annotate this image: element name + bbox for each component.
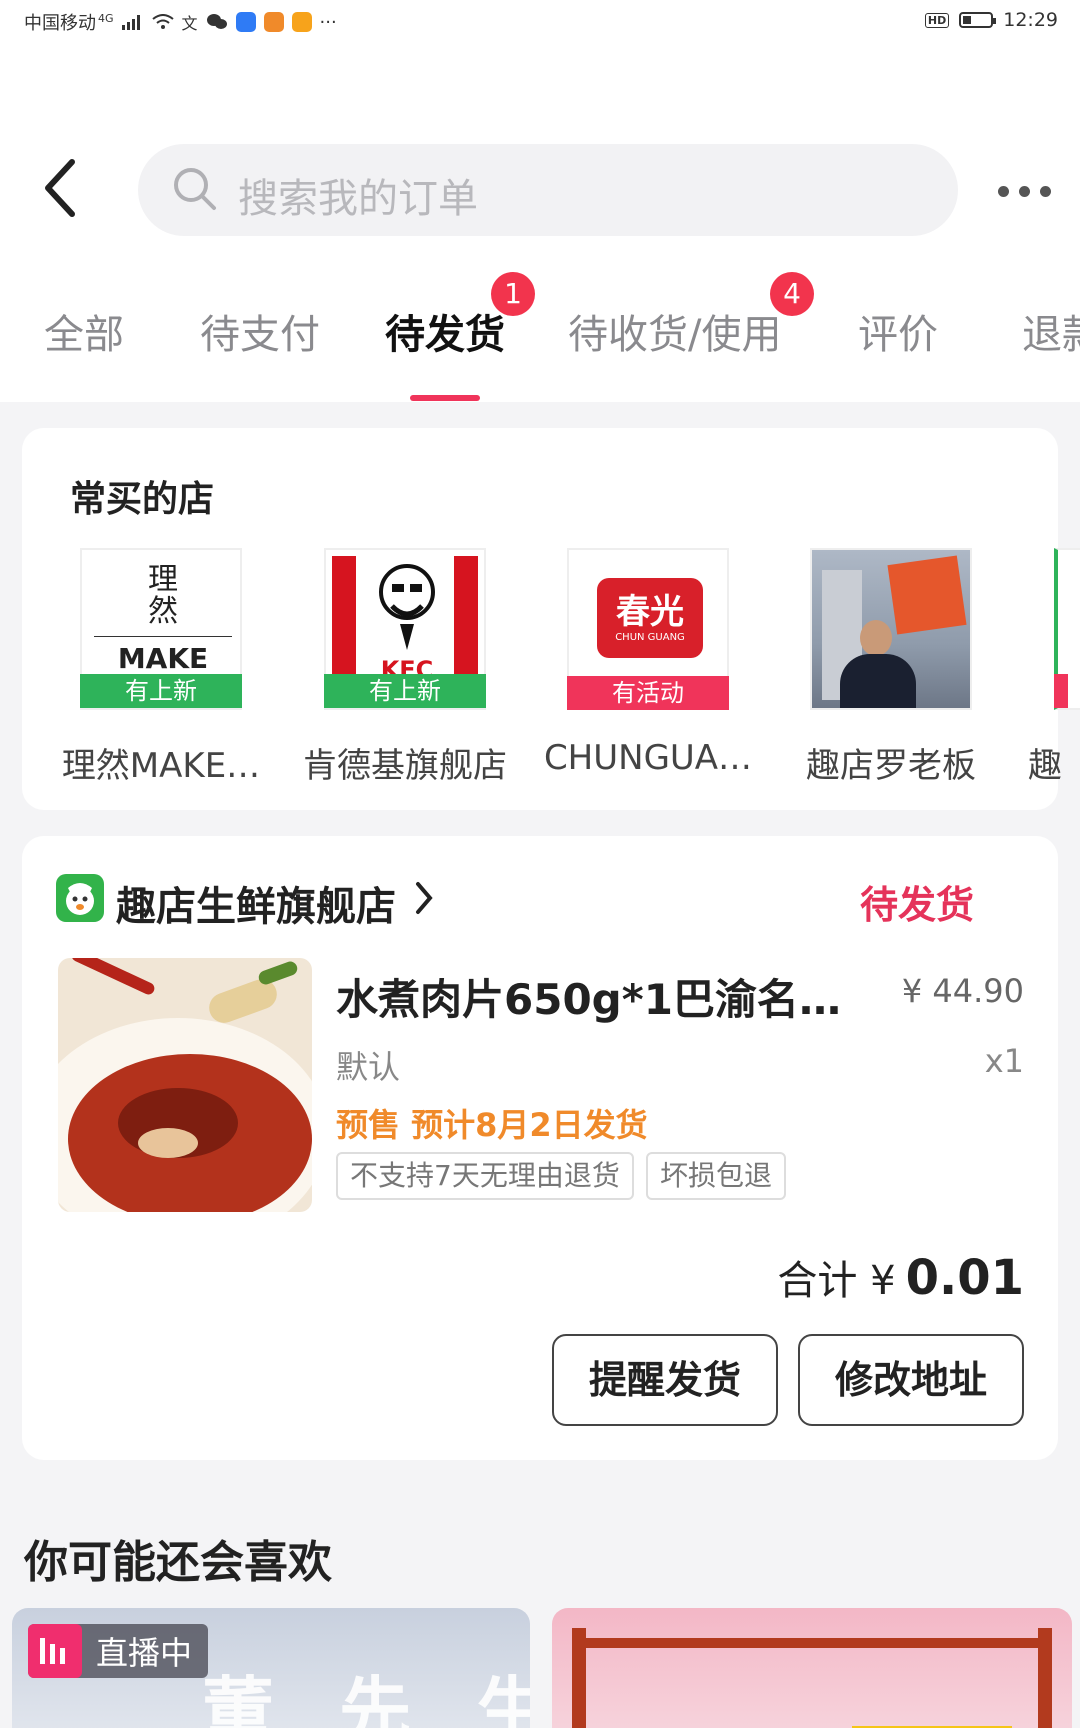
live-badge: 直播中 [28,1624,209,1678]
recommend-card[interactable]: 董 先 生 直播中 [12,1608,530,1728]
back-button[interactable] [40,158,80,218]
shop-tag: 有上新 [80,674,242,708]
search-placeholder: 搜索我的订单 [238,176,478,222]
shop-tag [1054,674,1068,708]
dot-icon [1019,186,1030,197]
app-notification-icon [235,12,256,32]
shop-name: CHUNGUA… [543,738,753,778]
product-image[interactable] [58,958,312,1212]
status-bar: 中国移动 4G 文 ··· HD 12:29 [0,0,1080,44]
tab-review[interactable]: 评价 [858,302,938,360]
frequent-shops-title: 常买的店 [70,479,215,520]
battery-icon [959,12,997,28]
tab-pending-payment[interactable]: 待支付 [200,302,320,360]
signal-icon [121,15,140,30]
shop-photo [810,548,972,710]
tab-refund[interactable]: 退款 [1022,302,1080,360]
shop-name: 理然MAKE… [61,746,261,786]
remind-shipment-button[interactable]: 提醒发货 [552,1334,778,1426]
clock: 12:29 [1003,9,1058,31]
dot-icon [998,186,1009,197]
chevron-right-icon[interactable] [412,880,436,916]
app-notification-icon [263,12,284,32]
shop-name: 趣 [1028,746,1062,786]
more-menu-button[interactable] [998,186,1051,197]
order-total: 合计 ¥ 0.01 [777,1248,1024,1306]
product-tag: 不支持7天无理由退货 [336,1152,634,1200]
tab-badge: 1 [491,272,535,316]
wechat-icon [206,14,227,29]
translate-icon: 文 [181,14,198,33]
shop-tag: 有上新 [324,674,486,708]
tab-all[interactable]: 全部 [44,302,124,360]
wifi-icon [151,14,174,29]
kfc-colonel-icon [379,564,435,650]
shop-name: 肯德基旗舰店 [303,746,507,786]
logo-text: 理 [148,562,178,597]
product-tag: 坏损包退 [646,1152,787,1200]
chevron-left-icon [45,159,75,217]
presale-notice: 预售 预计8月2日发货 [336,1106,648,1144]
tab-pending-receipt[interactable]: 待收货/使用 [568,302,781,360]
recommend-card[interactable] [552,1608,1072,1728]
logo-text: CHUN GUANG [615,632,685,643]
hd-icon: HD [924,12,950,28]
tab-pending-shipment[interactable]: 待发货 [385,302,505,360]
total-amount: 0.01 [905,1250,1024,1306]
product-variant: 默认 [336,1048,401,1086]
store-logo-icon [56,874,104,922]
search-input[interactable]: 搜索我的订单 [138,144,958,236]
product-title[interactable]: 水煮肉片650g*1巴渝名菜… [336,966,876,1027]
decor [572,1638,1052,1648]
active-tab-indicator [410,395,480,401]
video-app-icon [291,12,312,32]
logo-text: 春光 [616,592,684,632]
live-label: 直播中 [96,1634,193,1672]
more-notifications-icon: ··· [319,11,337,33]
logo-text: 然 [148,594,178,629]
search-icon [174,168,216,210]
store-name[interactable]: 趣店生鲜旗舰店 [116,874,396,932]
product-price: ¥ 44.90 [901,972,1024,1010]
recommend-card-text: 董 先 生 [202,1669,530,1728]
tab-badge: 4 [770,272,814,316]
shop-name: 趣店罗老板 [806,746,976,786]
shop-tag: 有活动 [567,676,729,710]
network-label: 4G [98,11,114,25]
dot-icon [1040,186,1051,197]
live-icon [28,1624,82,1678]
order-status: 待发货 [859,883,974,927]
carrier-label: 中国移动 [24,13,96,34]
recommend-title: 你可能还会喜欢 [24,1537,332,1588]
product-quantity: x1 [984,1042,1024,1080]
change-address-button[interactable]: 修改地址 [798,1334,1024,1426]
total-label: 合计 ¥ [777,1258,896,1304]
logo-text: MAKE [117,642,209,675]
